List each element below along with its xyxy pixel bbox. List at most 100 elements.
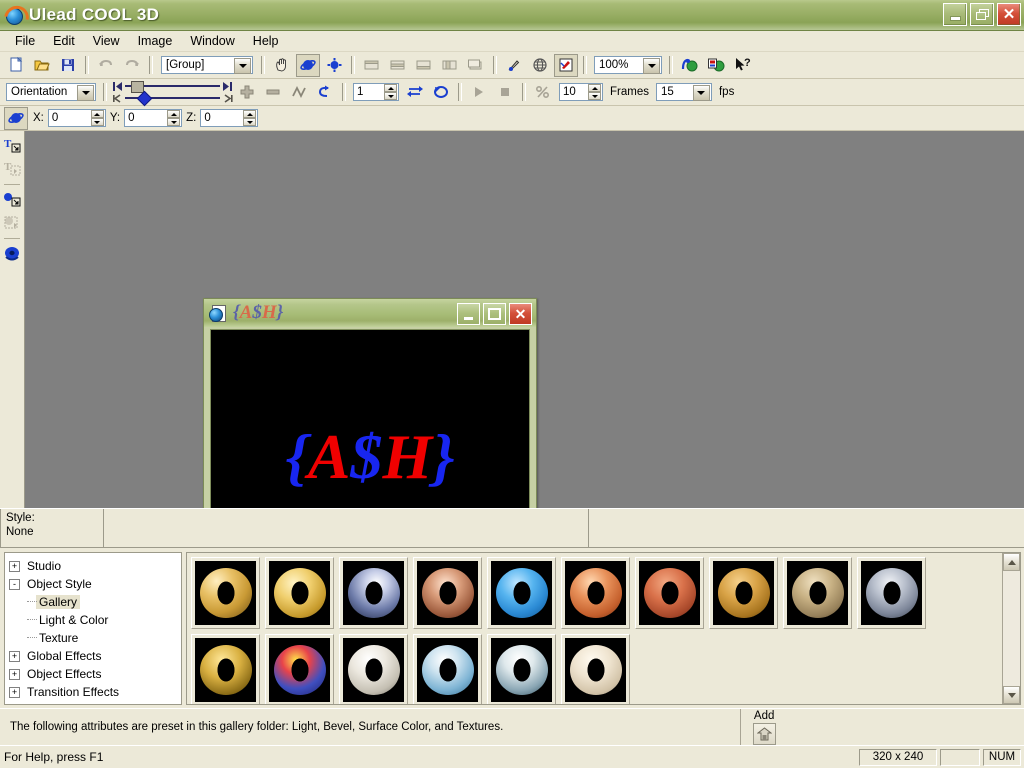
remove-keyframe-button[interactable] bbox=[261, 81, 285, 104]
color-picker-button[interactable] bbox=[502, 54, 526, 77]
gallery-thumbnail[interactable] bbox=[487, 557, 556, 629]
spinner-buttons[interactable] bbox=[384, 84, 397, 100]
gallery-thumbnail[interactable] bbox=[635, 557, 704, 629]
menu-view[interactable]: View bbox=[84, 32, 129, 50]
gallery-thumbnail[interactable] bbox=[487, 634, 556, 704]
expand-icon[interactable]: + bbox=[9, 650, 20, 662]
spinner-down[interactable] bbox=[588, 92, 601, 100]
effects-tree[interactable]: + Studio - Object Style Gallery Light & Color… bbox=[4, 552, 182, 705]
chevron-down-icon[interactable] bbox=[77, 85, 94, 101]
tree-item-object-effects[interactable]: + Object Effects bbox=[9, 665, 181, 683]
expand-icon[interactable]: + bbox=[9, 560, 20, 572]
spinner-buttons[interactable] bbox=[243, 110, 257, 126]
new-file-button[interactable] bbox=[4, 54, 28, 77]
edit-object-button[interactable] bbox=[2, 212, 23, 233]
frames-selector[interactable]: 15 bbox=[655, 83, 712, 101]
loop-button[interactable] bbox=[313, 81, 337, 104]
gallery-thumbnail[interactable] bbox=[191, 634, 260, 704]
view-object-button[interactable] bbox=[2, 243, 23, 264]
smooth-keyframe-button[interactable] bbox=[287, 81, 311, 104]
insert-object-button[interactable] bbox=[2, 189, 23, 210]
x-input[interactable]: 0 bbox=[47, 109, 106, 127]
spinner-up[interactable] bbox=[588, 84, 601, 92]
gallery-thumbnail[interactable] bbox=[339, 634, 408, 704]
no-speed-button[interactable] bbox=[531, 81, 555, 104]
tree-item-light-color[interactable]: Light & Color bbox=[9, 611, 181, 629]
pan-tool-button[interactable] bbox=[270, 54, 294, 77]
minimize-button[interactable] bbox=[943, 3, 967, 26]
group-button[interactable] bbox=[464, 54, 488, 77]
scroll-up-arrow[interactable] bbox=[1003, 553, 1020, 571]
add-keyframe-button[interactable] bbox=[235, 81, 259, 104]
tree-item-gallery[interactable]: Gallery bbox=[9, 593, 181, 611]
animation-mode-selector[interactable]: Orientation bbox=[6, 83, 96, 101]
gallery-scrollbar[interactable] bbox=[1002, 553, 1020, 704]
gallery-thumbnail[interactable] bbox=[857, 557, 926, 629]
distribute-button[interactable] bbox=[438, 54, 462, 77]
tree-item-object-style[interactable]: - Object Style bbox=[9, 575, 181, 593]
group-selector[interactable]: [Group] bbox=[161, 56, 253, 74]
spinner-down[interactable] bbox=[90, 118, 104, 126]
document-title-bar[interactable]: {A$H} ✕ bbox=[204, 299, 536, 327]
gallery-thumbnail[interactable] bbox=[339, 557, 408, 629]
menu-window[interactable]: Window bbox=[181, 32, 243, 50]
spinner-up[interactable] bbox=[167, 110, 181, 118]
menu-image[interactable]: Image bbox=[129, 32, 182, 50]
reverse-playback-button[interactable] bbox=[403, 81, 427, 104]
gallery-thumbnail[interactable] bbox=[265, 557, 334, 629]
chevron-down-icon[interactable] bbox=[234, 58, 251, 74]
web-preview-button[interactable] bbox=[528, 54, 552, 77]
rotate-object-button[interactable] bbox=[296, 53, 320, 77]
chevron-down-icon[interactable] bbox=[643, 58, 660, 74]
open-file-button[interactable] bbox=[30, 54, 54, 77]
document-minimize-button[interactable] bbox=[457, 303, 480, 325]
redo-button[interactable] bbox=[120, 54, 144, 77]
edit-text-button[interactable]: T bbox=[2, 158, 23, 179]
expand-icon[interactable]: + bbox=[9, 668, 20, 680]
close-button[interactable]: ✕ bbox=[997, 3, 1021, 26]
collapse-icon[interactable]: - bbox=[9, 578, 20, 590]
stop-button[interactable] bbox=[493, 81, 517, 104]
cycle-button[interactable] bbox=[429, 81, 453, 104]
menu-help[interactable]: Help bbox=[244, 32, 288, 50]
render-canvas[interactable]: {A$H} bbox=[210, 329, 530, 508]
slider-thumb-diamond[interactable] bbox=[136, 90, 153, 106]
scroll-down-arrow[interactable] bbox=[1003, 686, 1020, 704]
gallery-thumbnail[interactable] bbox=[265, 634, 334, 704]
spinner-down[interactable] bbox=[384, 92, 397, 100]
frame-number-input[interactable]: 1 bbox=[353, 83, 399, 101]
spinner-down[interactable] bbox=[243, 118, 257, 126]
expand-icon[interactable]: + bbox=[9, 686, 20, 698]
spinner-buttons[interactable] bbox=[588, 84, 601, 100]
timeline-slider-bottom[interactable] bbox=[125, 90, 220, 106]
edit-mode-button[interactable] bbox=[554, 53, 578, 77]
tree-item-texture[interactable]: Texture bbox=[9, 629, 181, 647]
align-center-button[interactable] bbox=[386, 54, 410, 77]
slider-thumb-square[interactable] bbox=[131, 80, 144, 93]
z-input[interactable]: 0 bbox=[200, 109, 259, 127]
menu-file[interactable]: File bbox=[6, 32, 44, 50]
canvas-area[interactable]: {A$H} ✕ {A$H} bbox=[25, 131, 1024, 508]
insert-text-button[interactable]: T bbox=[2, 135, 23, 156]
export-image-button[interactable] bbox=[678, 54, 702, 77]
add-gallery-button[interactable] bbox=[752, 722, 776, 745]
zoom-selector[interactable]: 100% bbox=[594, 56, 662, 74]
document-maximize-button[interactable] bbox=[483, 303, 506, 325]
save-file-button[interactable] bbox=[56, 54, 80, 77]
spinner-buttons[interactable] bbox=[167, 110, 181, 126]
tree-item-studio[interactable]: + Studio bbox=[9, 557, 181, 575]
menu-edit[interactable]: Edit bbox=[44, 32, 84, 50]
undo-button[interactable] bbox=[94, 54, 118, 77]
timeline-slider-top[interactable] bbox=[125, 80, 220, 93]
spinner-down[interactable] bbox=[167, 118, 181, 126]
gallery-thumbnail[interactable] bbox=[413, 634, 482, 704]
gallery-thumbnail[interactable] bbox=[413, 557, 482, 629]
gallery-thumbnail[interactable] bbox=[191, 557, 260, 629]
tree-item-global-effects[interactable]: + Global Effects bbox=[9, 647, 181, 665]
gallery-panel[interactable] bbox=[186, 552, 1021, 705]
align-right-button[interactable] bbox=[412, 54, 436, 77]
speed-input[interactable]: 10 bbox=[559, 83, 603, 101]
document-close-button[interactable]: ✕ bbox=[509, 303, 532, 325]
align-left-button[interactable] bbox=[360, 54, 384, 77]
gallery-thumbnail[interactable] bbox=[783, 557, 852, 629]
